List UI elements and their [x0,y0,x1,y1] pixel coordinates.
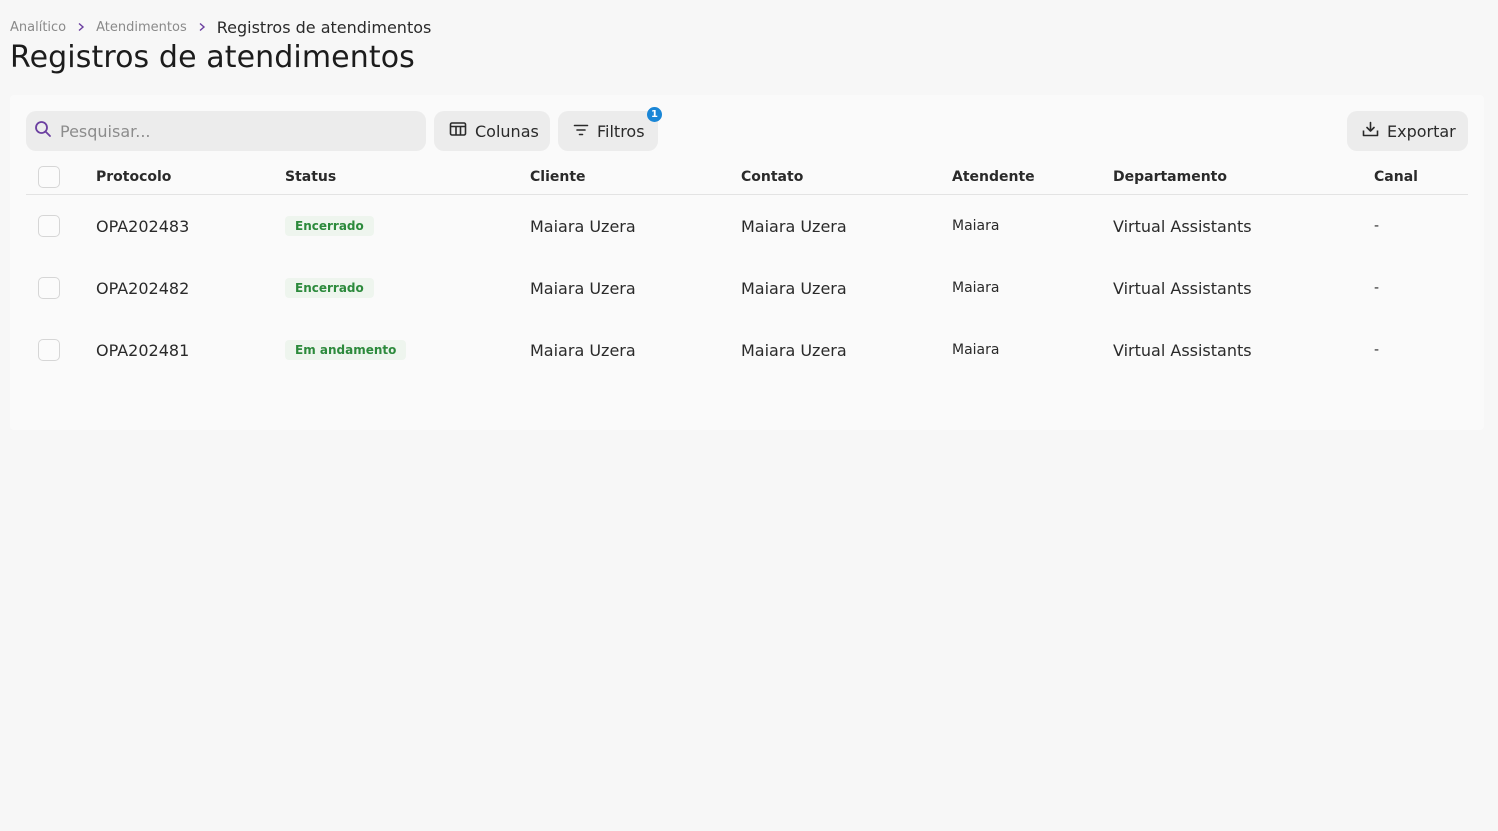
breadcrumb-item-analitico[interactable]: Analítico [10,20,66,35]
protocol-cell: OPA202483 [96,216,190,236]
search-input[interactable] [60,121,400,141]
department-cell: Virtual Assistants [1113,340,1252,360]
status-badge: Encerrado [285,278,374,298]
row-checkbox[interactable] [38,215,60,237]
client-cell: Maiara Uzera [530,216,636,236]
header-department[interactable]: Departamento [1113,159,1227,194]
toolbar: Colunas Filtros 1 Exportar [26,107,1468,151]
chevron-right-icon [195,20,209,34]
protocol-cell: OPA202482 [96,278,190,298]
status-badge: Em andamento [285,340,407,360]
export-button[interactable]: Exportar [1347,111,1468,151]
row-checkbox[interactable] [38,277,60,299]
filters-button[interactable]: Filtros [558,111,658,151]
columns-button[interactable]: Colunas [434,111,550,151]
protocol-cell: OPA202481 [96,340,190,360]
columns-icon [449,121,467,141]
page-title: Registros de atendimentos [10,40,415,75]
header-channel[interactable]: Canal [1374,159,1418,194]
search-icon [34,120,52,142]
row-checkbox[interactable] [38,339,60,361]
records-table: Protocolo Status Cliente Contato Atenden… [26,159,1468,381]
filters-count-badge: 1 [647,107,662,122]
columns-label: Colunas [475,121,539,141]
chevron-right-icon [74,20,88,34]
filters-label: Filtros [597,121,645,141]
header-agent[interactable]: Atendente [952,159,1035,194]
department-cell: Virtual Assistants [1113,278,1252,298]
breadcrumb-item-atendimentos[interactable]: Atendimentos [96,20,187,35]
channel-cell: - [1374,218,1380,234]
table-row[interactable]: OPA202482 Encerrado Maiara Uzera Maiara … [26,257,1468,319]
export-label: Exportar [1387,121,1456,141]
client-cell: Maiara Uzera [530,340,636,360]
client-cell: Maiara Uzera [530,278,636,298]
status-badge: Encerrado [285,216,374,236]
select-all-checkbox[interactable] [38,165,60,188]
department-cell: Virtual Assistants [1113,216,1252,236]
records-panel: Colunas Filtros 1 Exportar Protocolo Sta… [10,95,1484,430]
table-row[interactable]: OPA202481 Em andamento Maiara Uzera Maia… [26,319,1468,381]
agent-cell: Maiara [952,218,1000,234]
breadcrumb-current: Registros de atendimentos [216,17,432,37]
agent-cell: Maiara [952,280,1000,296]
breadcrumb: Analítico Atendimentos Registros de aten… [10,17,431,37]
contact-cell: Maiara Uzera [741,340,847,360]
download-icon [1362,121,1379,141]
contact-cell: Maiara Uzera [741,216,847,236]
search-box[interactable] [26,111,426,151]
agent-cell: Maiara [952,342,1000,358]
header-contact[interactable]: Contato [741,159,803,194]
table-header: Protocolo Status Cliente Contato Atenden… [26,159,1468,195]
channel-cell: - [1374,342,1380,358]
contact-cell: Maiara Uzera [741,278,847,298]
header-protocol[interactable]: Protocolo [96,159,171,194]
filter-icon [573,122,589,141]
header-status[interactable]: Status [285,159,336,194]
table-row[interactable]: OPA202483 Encerrado Maiara Uzera Maiara … [26,195,1468,257]
header-client[interactable]: Cliente [530,159,586,194]
channel-cell: - [1374,280,1380,296]
